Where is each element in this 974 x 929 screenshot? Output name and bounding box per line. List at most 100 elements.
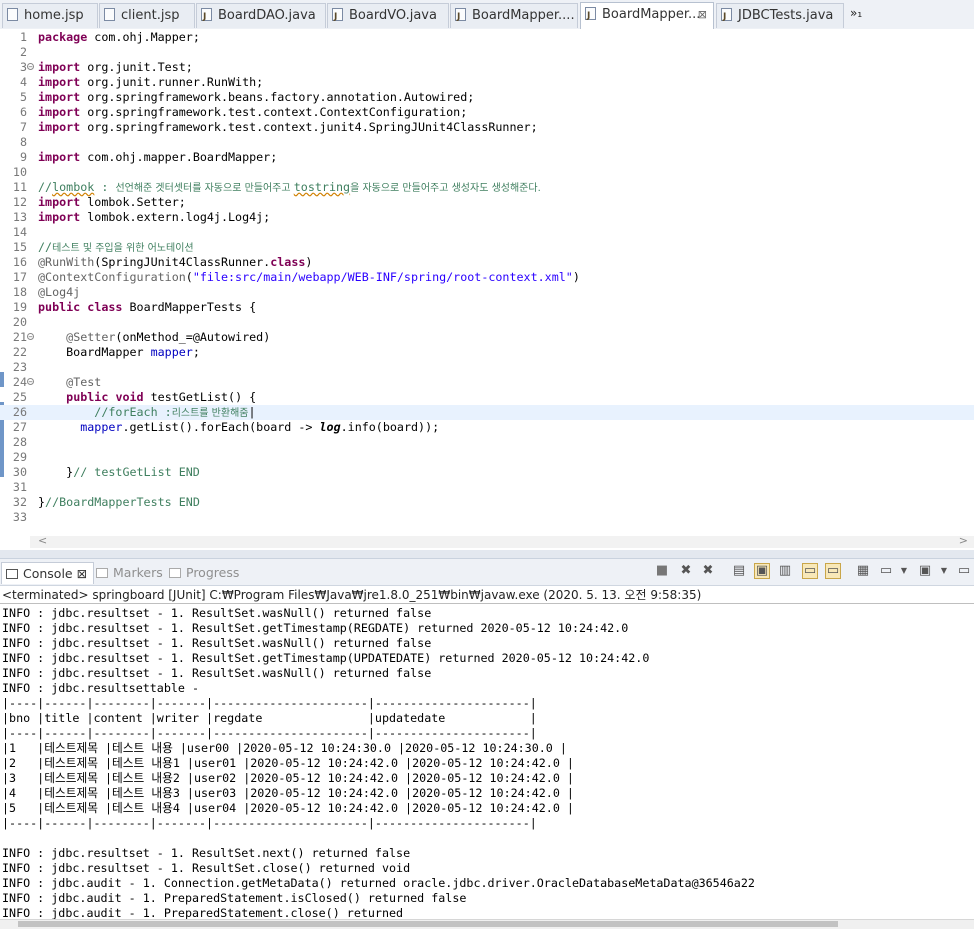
tab-label: BoardDAO.java	[218, 8, 316, 23]
console-line: INFO : jdbc.audit - 1. PreparedStatement…	[2, 906, 404, 920]
tab-label: JDBCTests.java	[738, 8, 834, 23]
terminate-icon[interactable]: ■	[654, 563, 670, 579]
code-line: 21− @Setter(onMethod_=@Autowired)	[12, 330, 271, 344]
console-line: INFO : jdbc.audit - 1. Connection.getMet…	[2, 876, 755, 890]
code-line: 7 import org.springframework.test.context…	[19, 120, 538, 134]
close-icon[interactable]: ⊠	[698, 3, 707, 27]
code-line: 4 import org.junit.runner.RunWith;	[19, 75, 264, 89]
code-line: 1 package com.ohj.Mapper;	[19, 30, 200, 44]
java-file-icon	[332, 5, 343, 28]
tab-jdbctests-java[interactable]: JDBCTests.java	[716, 3, 844, 28]
scroll-lock-icon[interactable]: ▣	[754, 563, 770, 579]
tab-label: Markers	[113, 565, 163, 580]
code-line: 33	[12, 510, 27, 524]
tab-markers[interactable]: Markers	[96, 562, 163, 584]
tab-boardvo-java[interactable]: BoardVO.java	[327, 3, 449, 28]
console-line: INFO : jdbc.resultset - 1. ResultSet.get…	[2, 621, 629, 635]
console-line: |----|------|--------|-------|----------…	[2, 726, 537, 740]
console-line: |2 |테스트제목 |테스트 내용1 |user01 |2020-05-12 1…	[2, 756, 574, 770]
display-selected-console-icon[interactable]: ▭	[878, 563, 894, 579]
editor-horizontal-scrollbar[interactable]	[30, 534, 974, 548]
console-line: |1 |테스트제목 |테스트 내용 |user00 |2020-05-12 10…	[2, 741, 567, 755]
java-file-icon	[585, 4, 596, 28]
pin-console-icon[interactable]: ▦	[855, 563, 871, 579]
java-file-icon	[201, 5, 212, 28]
code-line: 2	[19, 45, 27, 59]
current-code-line: 26 //forEach :리스트를 반환해줌|	[0, 405, 974, 420]
open-console-icon[interactable]: ▣	[917, 563, 933, 579]
fold-icon[interactable]: −	[27, 333, 34, 341]
console-line: INFO : jdbc.resultset - 1. ResultSet.was…	[2, 636, 432, 650]
code-line: 27 mapper.getList().forEach(board -> log…	[12, 420, 440, 434]
code-line: 24− @Test	[12, 375, 102, 389]
code-line: 30 }// testGetList END	[12, 465, 200, 479]
fold-icon[interactable]: −	[27, 378, 34, 386]
tab-boardmapper-1[interactable]: BoardMapper....	[450, 3, 578, 28]
code-line: 14	[12, 225, 27, 239]
tab-boardmapper-tests[interactable]: BoardMapper...⊠	[580, 2, 714, 29]
code-line: 18 @Log4j	[12, 285, 81, 299]
code-line: 11//lombok : 선언해준 겟터셋터를 자동으로 만들어주고 tostr…	[12, 180, 541, 194]
scrollbar-thumb[interactable]	[18, 921, 838, 927]
console-line: INFO : jdbc.audit - 1. PreparedStatement…	[2, 891, 467, 905]
chevron-down-icon[interactable]: ▼	[936, 563, 952, 579]
java-file-icon	[455, 5, 466, 28]
tab-label: Progress	[186, 565, 240, 580]
minimize-icon[interactable]: ▭	[956, 563, 972, 579]
editor-tab-bar: home.jsp client.jsp BoardDAO.java BoardV…	[0, 0, 974, 30]
word-wrap-icon[interactable]: ▥	[777, 563, 793, 579]
code-line: 32}//BoardMapperTests END	[12, 495, 200, 509]
remove-all-terminated-icon[interactable]: ✖	[700, 563, 716, 579]
jsp-file-icon	[7, 8, 18, 21]
tab-label: client.jsp	[121, 8, 180, 23]
console-line: |----|------|--------|-------|----------…	[2, 816, 537, 830]
console-line: |4 |테스트제목 |테스트 내용3 |user03 |2020-05-12 1…	[2, 786, 574, 800]
console-line: INFO : jdbc.resultset - 1. ResultSet.nex…	[2, 846, 411, 860]
code-line: 22 BoardMapper mapper;	[12, 345, 200, 359]
remove-launch-icon[interactable]: ✖	[678, 563, 694, 579]
console-line: |5 |테스트제목 |테스트 내용4 |user04 |2020-05-12 1…	[2, 801, 574, 815]
chevron-down-icon[interactable]: ▼	[896, 563, 912, 579]
code-line: 20	[12, 315, 27, 329]
console-line: INFO : jdbc.resultsettable -	[2, 681, 200, 695]
console-line: INFO : jdbc.resultset - 1. ResultSet.was…	[2, 666, 432, 680]
clear-console-icon[interactable]: ▤	[731, 563, 747, 579]
code-line: 19 public class BoardMapperTests {	[12, 300, 257, 314]
show-on-stderr-icon[interactable]: ▭	[825, 563, 841, 579]
tab-label: BoardMapper....	[472, 8, 575, 23]
tab-home-jsp[interactable]: home.jsp	[2, 3, 98, 28]
markers-icon	[96, 567, 108, 578]
code-line: 29	[12, 450, 27, 464]
console-line: |bno |title |content |writer |regdate |u…	[2, 711, 537, 725]
code-line: 10	[12, 165, 27, 179]
jsp-file-icon	[104, 8, 115, 21]
fold-icon[interactable]: −	[27, 63, 34, 71]
tab-boarddao-java[interactable]: BoardDAO.java	[196, 3, 326, 28]
show-on-stdout-icon[interactable]: ▭	[802, 563, 818, 579]
view-divider[interactable]	[0, 550, 974, 559]
console-line: |3 |테스트제목 |테스트 내용2 |user02 |2020-05-12 1…	[2, 771, 574, 785]
code-line: 5 import org.springframework.beans.factor…	[19, 90, 475, 104]
console-line: INFO : jdbc.resultset - 1. ResultSet.was…	[2, 606, 432, 620]
progress-icon	[169, 567, 181, 578]
code-line: 16 @RunWith(SpringJUnit4ClassRunner.class…	[12, 255, 313, 269]
tab-overflow-button[interactable]: »₁	[850, 6, 862, 20]
code-line: 28	[12, 435, 27, 449]
tab-console[interactable]: Console ⊠	[1, 562, 95, 584]
console-line: |----|------|--------|-------|----------…	[2, 696, 537, 710]
console-output[interactable]: INFO : jdbc.resultset - 1. ResultSet.was…	[0, 603, 974, 920]
code-line: 25 public void testGetList() {	[12, 390, 257, 404]
code-line: 23	[12, 360, 27, 374]
tab-label: home.jsp	[24, 8, 84, 23]
java-file-icon	[721, 5, 732, 28]
code-line: 6 import org.springframework.test.context…	[19, 105, 468, 119]
tab-client-jsp[interactable]: client.jsp	[99, 3, 195, 28]
tab-label: BoardMapper...	[602, 7, 701, 22]
code-line: 17 @ContextConfiguration("file:src/main/w…	[12, 270, 580, 284]
code-line: 15//테스트 및 주입을 위한 어노테이션	[12, 240, 194, 254]
code-editor[interactable]: 1 package com.ohj.Mapper; 2 3− import org.…	[0, 29, 974, 550]
tab-progress[interactable]: Progress	[169, 562, 239, 584]
code-line: 8	[19, 135, 27, 149]
close-icon[interactable]: ⊠	[77, 566, 87, 581]
code-line: 12 import lombok.Setter;	[12, 195, 186, 209]
